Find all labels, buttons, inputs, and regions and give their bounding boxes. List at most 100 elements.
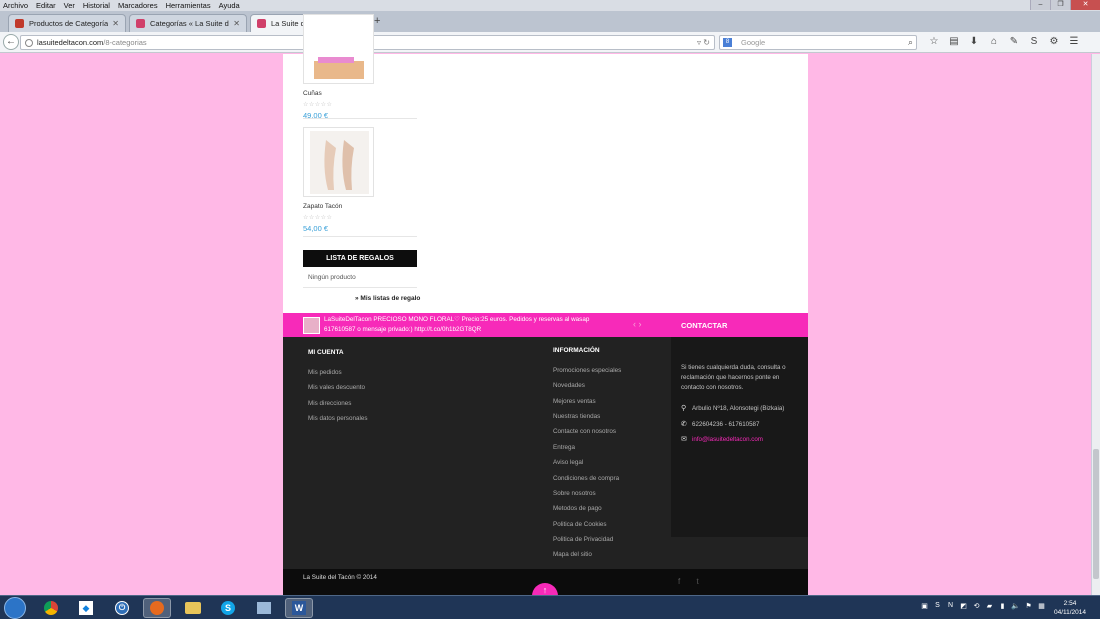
link-novedades[interactable]: Novedades <box>553 382 585 389</box>
menu-icon[interactable]: ☰ <box>1064 36 1084 47</box>
link-promociones[interactable]: Promociones especiales <box>553 367 621 374</box>
tray-icon[interactable]: ◩ <box>957 602 970 610</box>
product-image[interactable] <box>303 127 374 197</box>
vertical-scrollbar[interactable] <box>1091 54 1100 595</box>
download-icon[interactable]: ⬇ <box>964 36 984 47</box>
network-icon[interactable]: ▮ <box>996 602 1009 610</box>
twitter-avatar[interactable] <box>303 317 320 334</box>
address-text: Arbulio Nº18, Alonsotegi (Bizkaia) <box>692 404 785 412</box>
facebook-icon[interactable]: f <box>678 577 680 586</box>
tab-productos[interactable]: Productos de Categorías (1... ✕ <box>8 14 126 32</box>
arrow-up-icon: ↑ <box>542 585 548 595</box>
product-name[interactable]: Cuñas <box>303 90 374 97</box>
tray-icon[interactable]: ▦ <box>1035 602 1048 610</box>
info-title: INFORMACIÓN <box>553 347 600 354</box>
link-cookies[interactable]: Politica de Cookies <box>553 521 607 528</box>
system-tray: ▣ S N ◩ ⟲ ▰ ▮ 🔈 ⚑ ▦ <box>918 602 1048 610</box>
scrollbar-thumb[interactable] <box>1093 449 1099 579</box>
carousel-arrows-icon[interactable]: ‹ › <box>633 319 642 329</box>
link-mejores-ventas[interactable]: Mejores ventas <box>553 398 596 405</box>
menu-archivo[interactable]: Archivo <box>3 1 28 10</box>
rating-stars: ☆☆☆☆☆ <box>303 102 333 108</box>
link-condiciones[interactable]: Condiciones de compra <box>553 475 619 482</box>
divider <box>303 287 417 288</box>
close-tab-icon[interactable]: ✕ <box>233 19 240 28</box>
product-image[interactable] <box>303 14 374 84</box>
globe-icon <box>25 38 33 47</box>
tray-icon[interactable]: ▰ <box>983 602 996 610</box>
link-entrega[interactable]: Entrega <box>553 444 575 451</box>
addon-icon[interactable]: ⚙ <box>1044 36 1064 47</box>
tab-categorias[interactable]: Categorías « La Suite del Ta... ✕ <box>129 14 247 32</box>
volume-icon[interactable]: 🔈 <box>1009 602 1022 610</box>
wedge-shoe-image <box>314 57 364 79</box>
close-window-icon[interactable]: ✕ <box>1070 0 1100 10</box>
search-icon[interactable]: ⌕ <box>908 37 913 48</box>
restore-icon[interactable]: ❐ <box>1050 0 1070 10</box>
divider <box>303 236 417 237</box>
link-metodos-pago[interactable]: Metodos de pago <box>553 505 602 512</box>
clock[interactable]: 2:54 04/11/2014 <box>1052 599 1088 617</box>
favicon-icon <box>136 19 145 28</box>
tab-title: Categorías « La Suite del Ta... <box>150 19 229 28</box>
navigation-bar: ← lasuitedeltacon.com/8-categorias ▿ ↻ 8… <box>0 32 1100 53</box>
menu-historial[interactable]: Historial <box>83 1 110 10</box>
skype-icon[interactable]: S <box>1024 36 1044 47</box>
rating-stars: ☆☆☆☆☆ <box>303 215 333 221</box>
tray-icon[interactable]: N <box>944 602 957 610</box>
link-mis-pedidos[interactable]: Mis pedidos <box>308 369 342 376</box>
link-contacte[interactable]: Contacte con nosotros <box>553 428 616 435</box>
app-icon[interactable] <box>250 598 278 618</box>
divider <box>303 118 417 119</box>
tray-icon[interactable]: S <box>931 602 944 610</box>
menu-ver[interactable]: Ver <box>64 1 75 10</box>
favicon-icon <box>257 19 266 28</box>
tray-icon[interactable]: ⟲ <box>970 602 983 610</box>
start-button[interactable] <box>4 597 26 619</box>
skype-taskbar-icon[interactable]: S <box>214 598 242 618</box>
link-mis-direcciones[interactable]: Mis direcciones <box>308 400 351 407</box>
account-title: MI CUENTA <box>308 349 344 356</box>
contact-email: ✉ info@lasuitedeltacon.com <box>681 435 763 444</box>
menu-editar[interactable]: Editar <box>36 1 56 10</box>
close-tab-icon[interactable]: ✕ <box>112 19 119 28</box>
link-mis-vales[interactable]: Mis vales descuento <box>308 384 365 391</box>
google-icon[interactable]: 8 <box>723 38 732 47</box>
reload-icon[interactable]: ▿ ↻ <box>697 38 710 47</box>
link-mapa-sitio[interactable]: Mapa del sitio <box>553 551 592 558</box>
bookmarks-list-icon[interactable]: ▤ <box>944 36 964 47</box>
tray-icon[interactable]: ▣ <box>918 602 931 610</box>
power-icon[interactable]: ⏻ <box>108 598 136 618</box>
tweet-text[interactable]: LaSuiteDelTacon PRECIOSO MONO FLORAL♡ Pr… <box>324 315 614 335</box>
flag-icon[interactable]: ⚑ <box>1022 602 1035 610</box>
product-cunas[interactable]: Cuñas ☆☆☆☆☆ 49,00 € <box>303 14 374 120</box>
explorer-icon[interactable] <box>179 598 207 618</box>
product-name[interactable]: Zapato Tacón <box>303 203 374 210</box>
dropbox-icon[interactable]: ◆ <box>72 598 100 618</box>
email-link[interactable]: info@lasuitedeltacon.com <box>692 436 763 443</box>
tools-icon[interactable]: ✎ <box>1004 36 1024 47</box>
firefox-icon[interactable] <box>143 598 171 618</box>
chrome-icon[interactable] <box>37 598 65 618</box>
my-gift-lists-link[interactable]: » Mis listas de regalo <box>355 295 420 302</box>
product-zapato-tacon[interactable]: Zapato Tacón ☆☆☆☆☆ 54,00 € <box>303 127 374 233</box>
footer: MI CUENTA Mis pedidos Mis vales descuent… <box>283 337 808 569</box>
link-privacidad[interactable]: Politica de Privacidad <box>553 536 613 543</box>
home-icon[interactable]: ⌂ <box>984 36 1004 47</box>
menu-herramientas[interactable]: Herramientas <box>166 1 211 10</box>
back-icon[interactable]: ← <box>3 34 19 50</box>
tab-bar: Productos de Categorías (1... ✕ Categorí… <box>0 11 1100 32</box>
link-mis-datos[interactable]: Mis datos personales <box>308 415 368 422</box>
taskbar: ◆ ⏻ S W ▣ S N ◩ ⟲ ▰ ▮ 🔈 ⚑ ▦ 2:54 04/11/2… <box>0 595 1100 619</box>
search-bar[interactable]: 8 Google ⌕ <box>719 35 917 50</box>
minimize-icon[interactable]: – <box>1030 0 1050 10</box>
twitter-icon[interactable]: t <box>696 577 698 586</box>
bookmark-star-icon[interactable]: ☆ <box>924 36 944 47</box>
link-aviso-legal[interactable]: Aviso legal <box>553 459 583 466</box>
heel-shoe-image <box>310 131 369 194</box>
menu-ayuda[interactable]: Ayuda <box>219 1 240 10</box>
link-tiendas[interactable]: Nuestras tiendas <box>553 413 600 420</box>
menu-marcadores[interactable]: Marcadores <box>118 1 158 10</box>
word-icon[interactable]: W <box>285 598 313 618</box>
link-sobre-nosotros[interactable]: Sobre nosotros <box>553 490 596 497</box>
